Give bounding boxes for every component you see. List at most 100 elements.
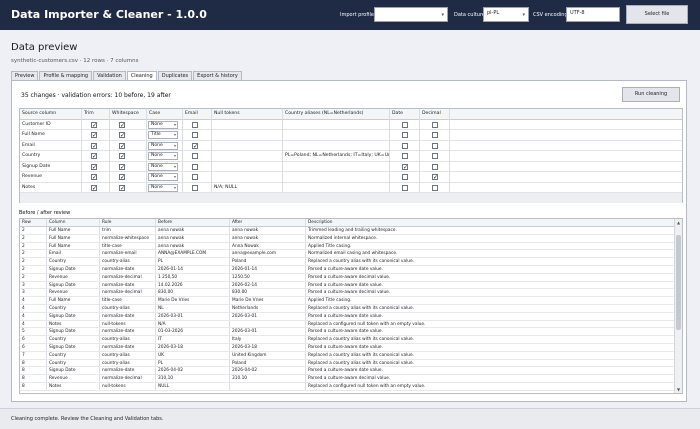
- date-checkbox[interactable]: [402, 121, 408, 128]
- table-row[interactable]: 6 Country country-alias IT Italy Replaced a c…: [20, 336, 675, 344]
- decimal-checkbox[interactable]: [432, 153, 438, 159]
- null-tokens-field[interactable]: [212, 151, 283, 162]
- date-checkbox[interactable]: [402, 163, 408, 172]
- case-select[interactable]: None ▾: [148, 183, 178, 192]
- decimal-checkbox[interactable]: [432, 132, 438, 138]
- scroll-up-icon[interactable]: ▲: [675, 219, 682, 226]
- after-value-cell: 2026-01-14: [230, 266, 306, 273]
- table-row[interactable]: 2 Full Name normalize-whitespace anna nowak…: [20, 234, 675, 243]
- select-file-button[interactable]: Select file: [626, 5, 688, 24]
- country-aliases-field[interactable]: [283, 130, 390, 141]
- tab-validation[interactable]: Validation: [93, 71, 126, 80]
- whitespace-checkbox[interactable]: [119, 142, 125, 151]
- column-header: Row: [20, 219, 47, 226]
- table-row[interactable]: 4 Signup Date normalize-date 2026-03-01 2026…: [20, 312, 675, 321]
- null-tokens-field[interactable]: [212, 140, 283, 151]
- email-checkbox[interactable]: [192, 163, 198, 170]
- grid-cell: [183, 161, 212, 172]
- table-row[interactable]: 8 Revenue normalize-decimal 310,10 310.10 Par…: [20, 375, 675, 383]
- null-tokens-field[interactable]: [212, 119, 283, 130]
- tab-profile-mapping[interactable]: Profile & mapping: [39, 71, 93, 80]
- table-row[interactable]: 8 Notes null-tokens NULL Replaced a configur…: [20, 383, 675, 391]
- grid-cell: [183, 182, 212, 193]
- case-select[interactable]: None ▾: [148, 162, 178, 171]
- run-cleaning-button[interactable]: Run cleaning: [622, 87, 680, 102]
- date-checkbox[interactable]: [402, 142, 408, 149]
- table-row[interactable]: 2 Signup Date normalize-date 2026-01-14 2026…: [20, 266, 675, 274]
- tab-export-history[interactable]: Export & history: [193, 71, 242, 80]
- scroll-down-icon[interactable]: ▼: [675, 386, 682, 393]
- tab-duplicates[interactable]: Duplicates: [157, 71, 193, 80]
- country-aliases-field[interactable]: [283, 161, 390, 172]
- decimal-checkbox[interactable]: [432, 142, 438, 149]
- null-tokens-field[interactable]: [212, 172, 283, 183]
- date-checkbox[interactable]: [402, 184, 408, 191]
- email-checkbox[interactable]: [192, 174, 198, 180]
- table-row[interactable]: 2 Full Name title-case anna nowak Anna Nowak…: [20, 242, 675, 251]
- case-select[interactable]: Title ▾: [148, 131, 178, 139]
- data-culture-select[interactable]: pl-PL ▾: [483, 7, 529, 22]
- table-row[interactable]: 2 Revenue normalize-decimal 1 250,50 1250.50…: [20, 273, 675, 282]
- review-scrollbar[interactable]: ▲ ▼: [674, 219, 682, 393]
- case-select[interactable]: None ▾: [148, 152, 178, 160]
- csv-encoding-input[interactable]: UTF-8: [566, 7, 620, 22]
- trim-checkbox[interactable]: [91, 184, 97, 193]
- trim-checkbox[interactable]: [91, 173, 97, 183]
- null-tokens-field[interactable]: N/A; NULL: [212, 182, 283, 193]
- decimal-checkbox[interactable]: [432, 173, 438, 183]
- table-row[interactable]: 4 Notes null-tokens N/A Replaced a configure…: [20, 320, 675, 329]
- after-value-cell: 2026-02-14: [230, 281, 306, 289]
- table-row[interactable]: 3 Revenue normalize-decimal 830,00 830.00 Par…: [20, 289, 675, 298]
- decimal-checkbox[interactable]: [432, 163, 438, 170]
- country-aliases-field[interactable]: [283, 140, 390, 151]
- case-select[interactable]: None ▾: [148, 173, 178, 181]
- country-aliases-field[interactable]: [283, 172, 390, 183]
- table-row[interactable]: 2 Country country-alias PL Poland Replaced a …: [20, 258, 675, 266]
- table-row[interactable]: 2 Email normalize-email ANNA@EXAMPLE.COM ann…: [20, 250, 675, 259]
- country-aliases-field[interactable]: [283, 119, 390, 130]
- whitespace-checkbox[interactable]: [119, 121, 125, 130]
- rule-name-cell: title-case: [100, 297, 156, 304]
- table-row[interactable]: 5 Signup Date normalize-date 01-03-2026 2026…: [20, 328, 675, 337]
- whitespace-checkbox[interactable]: [119, 152, 125, 162]
- whitespace-checkbox[interactable]: [119, 173, 125, 183]
- table-row[interactable]: 8 Signup Date normalize-date 2026-04-02 2026…: [20, 367, 675, 376]
- table-row[interactable]: 8 Country country-alias PL Poland Replaced a …: [20, 359, 675, 368]
- email-checkbox[interactable]: [192, 132, 198, 138]
- import-profile-select[interactable]: ▾: [374, 7, 448, 22]
- trim-checkbox[interactable]: [91, 152, 97, 162]
- description-cell: Parsed a culture-aware date value.: [306, 367, 675, 375]
- case-select[interactable]: None ▾: [148, 120, 178, 129]
- email-checkbox[interactable]: [192, 142, 198, 151]
- table-row[interactable]: 4 Country country-alias NL Netherlands Replac…: [20, 305, 675, 313]
- tab-cleaning[interactable]: Cleaning: [126, 71, 157, 80]
- grid-cell: None ▾: [147, 140, 183, 151]
- trim-checkbox[interactable]: [91, 121, 97, 130]
- date-checkbox[interactable]: [402, 174, 408, 180]
- tab-preview[interactable]: Preview: [11, 71, 39, 80]
- null-tokens-field[interactable]: [212, 130, 283, 141]
- email-checkbox[interactable]: [192, 184, 198, 191]
- table-row[interactable]: 7 Country country-alias UK United Kingdom Rep…: [20, 351, 675, 360]
- whitespace-checkbox[interactable]: [119, 163, 125, 172]
- email-checkbox[interactable]: [192, 153, 198, 159]
- decimal-checkbox[interactable]: [432, 184, 438, 191]
- email-checkbox[interactable]: [192, 121, 198, 128]
- trim-checkbox[interactable]: [91, 163, 97, 172]
- country-aliases-field[interactable]: [283, 182, 390, 193]
- table-row[interactable]: 4 Full Name title-case Marie De Vries Marie …: [20, 297, 675, 305]
- table-row[interactable]: 2 Full Name trim anna nowak anna nowak Trimm…: [20, 227, 675, 235]
- date-checkbox[interactable]: [402, 153, 408, 159]
- table-row[interactable]: 6 Signup Date normalize-date 2026-03-18 2026…: [20, 344, 675, 352]
- null-tokens-field[interactable]: [212, 161, 283, 172]
- date-checkbox[interactable]: [402, 132, 408, 138]
- scroll-thumb[interactable]: [676, 235, 681, 330]
- case-select[interactable]: None ▾: [148, 141, 178, 150]
- decimal-checkbox[interactable]: [432, 121, 438, 128]
- trim-checkbox[interactable]: [91, 142, 97, 151]
- whitespace-checkbox[interactable]: [119, 184, 125, 193]
- whitespace-checkbox[interactable]: [119, 131, 125, 141]
- trim-checkbox[interactable]: [91, 131, 97, 141]
- country-aliases-field[interactable]: PL=Poland; NL=Netherlands; IT=Italy; UK=…: [283, 151, 390, 162]
- table-row[interactable]: 3 Signup Date normalize-date 14.02.2026 2026…: [20, 281, 675, 290]
